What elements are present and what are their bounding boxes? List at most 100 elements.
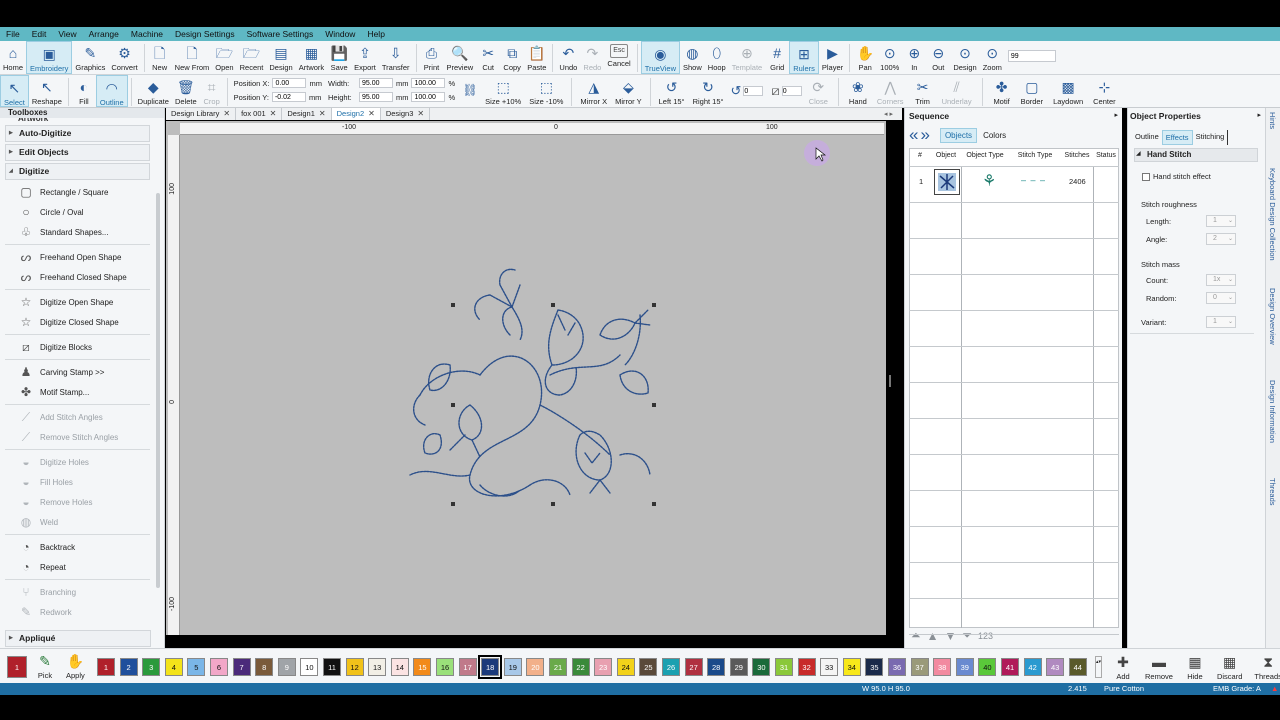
variant-select[interactable]: 1 ⌄ [1206,316,1236,328]
zoom-input[interactable] [1007,50,1056,62]
template-button[interactable]: ⊕ Template [729,41,765,74]
tool-backtrack[interactable]: ◔ Backtrack [0,537,164,557]
close-icon[interactable]: ✕ [270,108,277,120]
reshape-button[interactable]: ↖ Reshape [29,75,65,107]
thread-color-chip[interactable]: 6 [210,658,228,676]
paste-button[interactable]: 📋 Paste [524,41,549,74]
center-button[interactable]: ⊹ Center [1090,75,1119,107]
thread-color-chip[interactable]: 44 [1068,658,1087,676]
laydown-button[interactable]: ▩ Laydown [1050,75,1086,107]
left-15-button[interactable]: ↺ Left 15° [656,75,688,107]
column-header-status[interactable]: Status [1093,152,1119,159]
export-button[interactable]: ⇪ Export [351,41,379,74]
tab-stitching[interactable]: Stitching [1193,130,1229,145]
thread-color-chip[interactable]: 36 [888,658,906,676]
side-tab-design-information[interactable]: Design Information [1268,380,1277,443]
design-button[interactable]: ▤ Design [266,41,295,74]
thread-color-chip[interactable]: 24 [616,658,635,676]
lock-proportions-icon[interactable]: ⛓ [458,75,482,107]
position-y-input[interactable] [271,92,306,102]
thread-color-chip[interactable]: 7 [232,658,251,676]
transfer-button[interactable]: ⇩ Transfer [379,41,413,74]
column-header-object-type[interactable]: Object Type [961,152,1009,159]
column-header-stitches[interactable]: Stitches [1061,152,1093,159]
discard-color-button[interactable]: ▦ Discard [1214,649,1245,684]
thread-color-chip[interactable]: 38 [933,658,952,676]
thread-color-chip[interactable]: 26 [662,658,680,676]
thread-color-chip[interactable]: 30 [752,658,771,676]
tool-digitize-open-shape[interactable]: ☆ Digitize Open Shape [0,292,164,312]
in-button[interactable]: ⊕ In [902,41,926,74]
toolbox-scrollbar[interactable] [156,193,160,588]
length-select[interactable]: 1 ⌄ [1206,215,1236,227]
close-icon[interactable]: ✕ [417,108,424,120]
outline-button[interactable]: ◠ Outline [95,75,128,107]
toolbox-group-edit-objects[interactable]: Edit Objects [5,144,150,161]
tool-freehand-open-shape[interactable]: ᔕ Freehand Open Shape [0,247,164,267]
size-10-button[interactable]: ⬚ Size +10% [482,75,524,107]
menu-file[interactable]: File [0,29,26,39]
height-input[interactable] [358,92,393,102]
home-button[interactable]: ⌂ Home [0,41,26,74]
slant-input[interactable] [781,86,802,96]
tool-standard-shapes[interactable]: ♧ Standard Shapes... [0,222,164,242]
tool-digitize-closed-shape[interactable]: ☆ Digitize Closed Shape [0,312,164,332]
thread-color-chip[interactable]: 39 [955,658,974,676]
tab-objects[interactable]: Objects [939,127,978,143]
thread-color-chip[interactable]: 31 [775,658,793,676]
thread-color-chip[interactable]: 33 [820,658,839,676]
thread-color-chip[interactable]: 22 [571,658,590,676]
thread-color-chip[interactable]: 11 [323,658,341,676]
thread-color-chip[interactable]: 34 [842,658,861,676]
tool-circle-oval[interactable]: ○ Circle / Oval [0,202,164,222]
close-button[interactable]: ⟳ Close [806,75,831,107]
thread-color-chip[interactable]: 15 [413,658,432,676]
hand-stitch-section[interactable]: Hand Stitch [1134,148,1258,162]
column-header-object[interactable]: Object [931,152,961,159]
toolbox-group-applique[interactable]: Appliqué [5,630,151,647]
save-button[interactable]: 💾 Save [327,41,351,74]
tab-effects[interactable]: Effects [1161,130,1193,145]
move-last-icon[interactable]: » [920,126,929,144]
tool-motif-stamp[interactable]: ✤ Motif Stamp... [0,382,164,402]
underlay-button[interactable]: ⫽ Underlay [939,75,975,107]
crop-button[interactable]: ⌗ Crop [200,75,224,107]
side-tab-hints[interactable]: Hints [1268,112,1277,129]
undo-button[interactable]: ↶ Undo [556,41,580,74]
resequence-icon[interactable]: 123 [978,631,993,641]
thread-color-chip[interactable]: 37 [910,658,929,676]
copy-button[interactable]: ⧉ Copy [500,41,524,74]
hoop-button[interactable]: ⬯ Hoop [705,41,729,74]
cut-button[interactable]: ✂ Cut [476,41,500,74]
thread-color-chip[interactable]: 13 [368,658,387,676]
move-bottom-icon[interactable]: ⏷ [962,628,972,643]
thread-color-chip[interactable]: 19 [503,658,522,676]
open-button[interactable]: 🗁 Open [212,41,236,74]
new-button[interactable]: 🗋 New [148,41,172,74]
width-percent-input[interactable] [411,78,446,88]
print-button[interactable]: ⎙ Print [420,41,444,74]
tab-design3[interactable]: Design3 ✕ [381,108,431,120]
thread-color-chip[interactable]: 23 [594,658,613,676]
corners-button[interactable]: ⋀ Corners [874,75,907,107]
thread-color-chip[interactable]: 21 [549,658,567,676]
thread-color-chip[interactable]: 41 [1001,658,1019,676]
right-15-button[interactable]: ↻ Right 15° [690,75,727,107]
thread-color-chip[interactable]: 32 [797,658,816,676]
menu-machine[interactable]: Machine [125,29,169,39]
size-10-button[interactable]: ⬚ Size -10% [526,75,566,107]
random-select[interactable]: 0 ⌄ [1206,292,1236,304]
side-tab-design-overview[interactable]: Design Overview [1268,288,1277,345]
thread-color-chip[interactable]: 16 [436,658,454,676]
select-button[interactable]: ↖ Select [0,75,29,107]
tab-design-library[interactable]: Design Library ✕ [166,108,237,120]
design-button[interactable]: ⊙ Design [950,41,979,74]
close-icon[interactable]: ✕ [368,108,375,120]
thread-color-chip[interactable]: 28 [707,658,726,676]
tab-outline[interactable]: Outline [1132,130,1162,145]
thread-color-chip[interactable]: 14 [390,658,409,676]
tab-colors[interactable]: Colors [979,129,1010,142]
count-select[interactable]: 1x ⌄ [1206,274,1236,286]
menu-arrange[interactable]: Arrange [83,29,125,39]
toolbox-group-digitize[interactable]: Digitize [5,163,150,180]
